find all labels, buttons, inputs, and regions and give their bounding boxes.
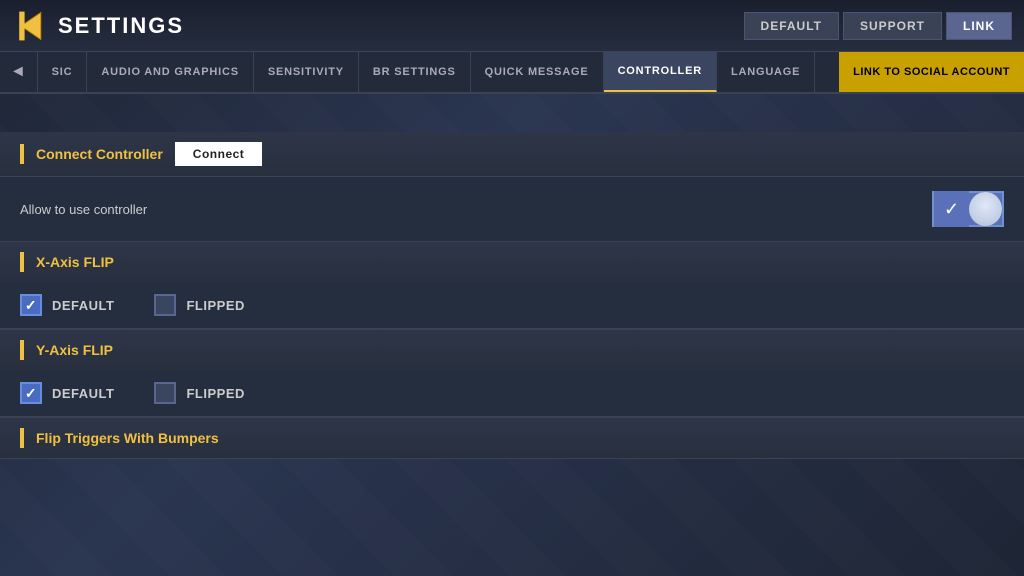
connect-controller-header: Connect Controller Connect	[0, 132, 1024, 176]
connect-button[interactable]: Connect	[175, 142, 263, 166]
yaxis-flip-options: DEFAULT FLIPPED	[0, 370, 1024, 417]
default-button[interactable]: DEFAULT	[744, 12, 839, 40]
nav-tab-br-settings[interactable]: BR SETTINGS	[359, 52, 471, 92]
nav-tab-controller[interactable]: CONTROLLER	[604, 52, 717, 92]
nav-tab-link-social[interactable]: LINK TO SOCIAL ACCOUNT	[839, 52, 1024, 92]
xaxis-flip-section: X-axis FLIP DEFAULT FLIPPED	[0, 242, 1024, 330]
yaxis-flip-section: Y-axis FLIP DEFAULT FLIPPED	[0, 330, 1024, 418]
allow-controller-row: Allow to use controller ✓	[0, 177, 1024, 242]
xaxis-default-option[interactable]: DEFAULT	[20, 294, 114, 316]
xaxis-default-checkbox[interactable]	[20, 294, 42, 316]
flip-triggers-title: Flip Triggers with Bumpers	[36, 430, 219, 446]
xaxis-flip-options: DEFAULT FLIPPED	[0, 282, 1024, 329]
allow-controller-label: Allow to use controller	[20, 202, 932, 217]
header: SETTINGS DEFAULT SUPPORT LINK	[0, 0, 1024, 52]
toggle-knob	[969, 192, 1002, 226]
yaxis-flip-title: Y-axis FLIP	[36, 342, 113, 358]
allow-controller-toggle[interactable]: ✓	[932, 191, 1004, 227]
header-buttons: DEFAULT SUPPORT LINK	[744, 12, 1012, 40]
xaxis-flipped-option[interactable]: FLIPPED	[154, 294, 244, 316]
header-left: SETTINGS	[12, 8, 184, 44]
nav-tab-sensitivity[interactable]: SENSITIVITY	[254, 52, 359, 92]
back-arrow-icon[interactable]	[12, 8, 48, 44]
content-area: Connect Controller Connect Allow to use …	[0, 132, 1024, 459]
xaxis-flipped-label: FLIPPED	[186, 298, 244, 313]
yaxis-default-label: DEFAULT	[52, 386, 114, 401]
flip-triggers-header: Flip Triggers with Bumpers	[0, 418, 1024, 458]
yaxis-default-checkbox[interactable]	[20, 382, 42, 404]
yaxis-flipped-label: FLIPPED	[186, 386, 244, 401]
section-bar-y	[20, 340, 24, 360]
nav-tabs: ◄ SIC AUDIO AND GRAPHICS SENSITIVITY BR …	[0, 52, 1024, 94]
flip-triggers-section: Flip Triggers with Bumpers	[0, 418, 1024, 459]
nav-tab-audio[interactable]: AUDIO AND GRAPHICS	[87, 52, 253, 92]
xaxis-default-label: DEFAULT	[52, 298, 114, 313]
connect-controller-title: Connect Controller	[36, 146, 163, 162]
yaxis-flipped-option[interactable]: FLIPPED	[154, 382, 244, 404]
yaxis-default-option[interactable]: DEFAULT	[20, 382, 114, 404]
page-title: SETTINGS	[58, 13, 184, 39]
xaxis-flipped-checkbox[interactable]	[154, 294, 176, 316]
connect-controller-section: Connect Controller Connect	[0, 132, 1024, 177]
nav-tab-language[interactable]: LANGUAGE	[717, 52, 815, 92]
nav-tab-back[interactable]: ◄	[0, 52, 38, 92]
section-bar-triggers	[20, 428, 24, 448]
xaxis-flip-title: X-axis FLIP	[36, 254, 114, 270]
yaxis-flipped-checkbox[interactable]	[154, 382, 176, 404]
yaxis-flip-header: Y-axis FLIP	[0, 330, 1024, 370]
section-bar	[20, 144, 24, 164]
support-button[interactable]: SUPPORT	[843, 12, 942, 40]
nav-tab-sic[interactable]: SIC	[38, 52, 88, 92]
xaxis-flip-header: X-axis FLIP	[0, 242, 1024, 282]
nav-tab-quick-message[interactable]: QUICK MESSAGE	[471, 52, 604, 92]
toggle-check-icon: ✓	[934, 191, 969, 227]
link-button[interactable]: LINK	[946, 12, 1012, 40]
section-bar-x	[20, 252, 24, 272]
